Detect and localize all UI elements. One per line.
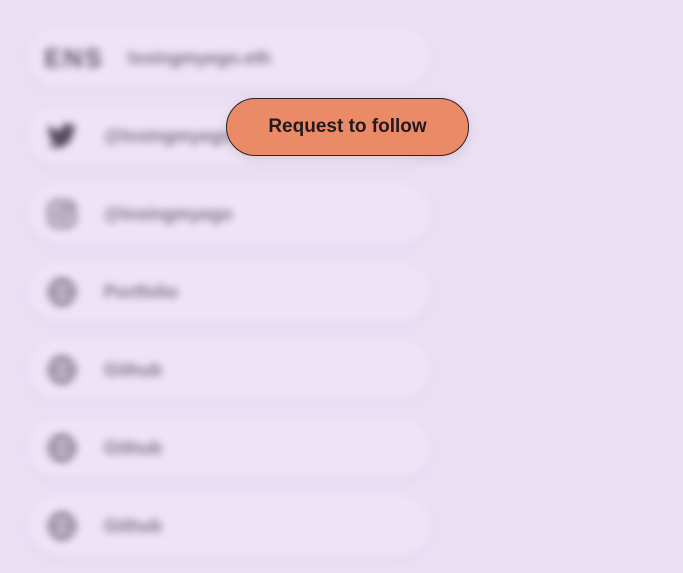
link-label: Github [104, 437, 162, 458]
profile-page: ENS losingmyego.eth @losingmyego @losing… [0, 0, 683, 573]
link-label: Github [104, 515, 162, 536]
globe-icon [46, 510, 78, 542]
link-row-ens[interactable]: ENS losingmyego.eth [28, 28, 430, 88]
link-label: Portfolio [104, 281, 178, 302]
link-row-portfolio[interactable]: Portfolio [28, 262, 430, 322]
link-row-instagram[interactable]: @losingmyego [28, 184, 430, 244]
link-row-github[interactable]: Github [28, 418, 430, 478]
instagram-icon [46, 198, 78, 230]
link-row-github[interactable]: Github [28, 496, 430, 556]
ens-logo-icon: ENS [44, 42, 104, 73]
link-label: losingmyego.eth [128, 47, 272, 68]
link-row-github[interactable]: Github [28, 340, 430, 400]
twitter-bird-icon [46, 120, 78, 152]
globe-icon [46, 432, 78, 464]
link-label: @losingmyego [104, 203, 233, 224]
globe-icon [46, 354, 78, 386]
globe-icon [46, 276, 78, 308]
link-label: @losingmyego [104, 125, 233, 146]
link-label: Github [104, 359, 162, 380]
request-to-follow-button[interactable]: Request to follow [226, 98, 469, 156]
